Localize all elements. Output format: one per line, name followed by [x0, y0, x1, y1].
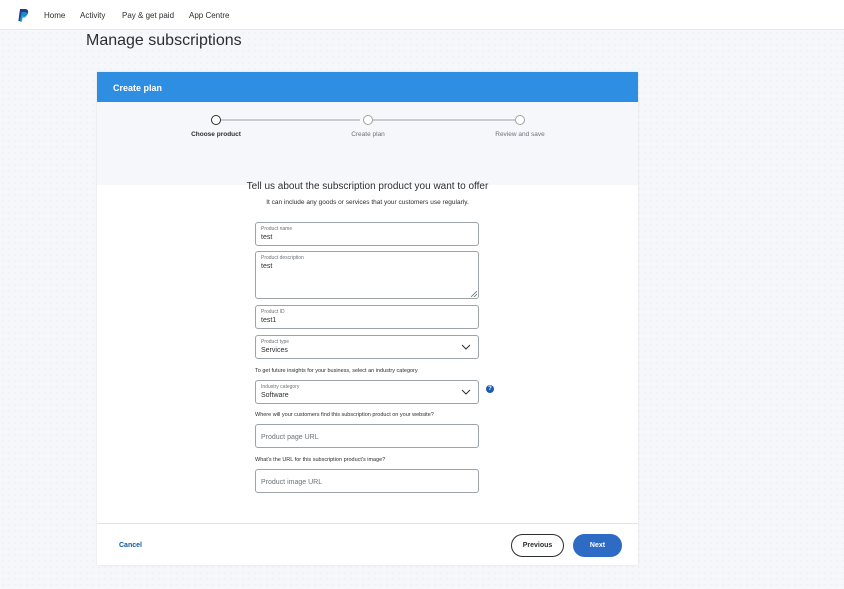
chevron-down-icon [461, 389, 471, 395]
product-image-url-input[interactable]: Product image URL [255, 469, 479, 493]
industry-category-label: Industry category [261, 384, 300, 390]
product-description-label: Product description [261, 255, 304, 261]
step-choose-product-label: Choose product [191, 131, 241, 138]
nav-activity-link[interactable]: Activity [80, 11, 105, 20]
stepper-line [220, 119, 360, 121]
product-page-url-input[interactable]: Product page URL [255, 424, 479, 448]
product-description-field[interactable]: Product description test [255, 251, 479, 299]
chevron-down-icon [461, 344, 471, 350]
product-name-value[interactable]: test [261, 234, 272, 241]
product-id-value[interactable]: test1 [261, 317, 276, 324]
product-type-label: Product type [261, 339, 290, 345]
product-id-label: Product ID [261, 309, 285, 315]
top-nav: Home Activity Pay & get paid App Centre [0, 0, 844, 30]
product-image-url-placeholder: Product image URL [261, 479, 323, 486]
product-type-value: Services [261, 347, 288, 354]
resize-handle-icon[interactable] [471, 291, 477, 297]
nav-home-link[interactable]: Home [44, 11, 65, 20]
page-title: Manage subscriptions [86, 32, 242, 49]
step-choose-product-dot [211, 115, 221, 125]
step-review-save-label: Review and save [495, 131, 545, 138]
product-name-field[interactable]: Product name test [255, 222, 479, 246]
previous-button[interactable]: Previous [511, 534, 564, 557]
next-button[interactable]: Next [573, 534, 622, 557]
nav-pay-get-paid-link[interactable]: Pay & get paid [122, 11, 174, 20]
card-header-title: Create plan [113, 83, 163, 93]
help-icon[interactable]: ? [486, 385, 494, 393]
product-page-url-placeholder: Product page URL [261, 434, 319, 441]
image-url-helper-text: What's the URL for this subscription pro… [255, 457, 386, 463]
cancel-link[interactable]: Cancel [119, 542, 142, 549]
step-review-save-dot [515, 115, 525, 125]
create-plan-card: Create plan Choose product Create plan R… [97, 72, 638, 565]
nav-app-centre-link[interactable]: App Centre [189, 11, 229, 20]
paypal-logo-icon[interactable] [17, 9, 29, 22]
step-create-plan-dot [363, 115, 373, 125]
card-header: Create plan [97, 72, 638, 102]
industry-helper-text: To get future insights for your business… [255, 368, 418, 374]
step-create-plan-label: Create plan [351, 131, 385, 138]
industry-category-value: Software [261, 392, 289, 399]
product-id-field[interactable]: Product ID test1 [255, 305, 479, 329]
industry-category-select[interactable]: Industry category Software [255, 380, 479, 404]
product-description-value[interactable]: test [261, 263, 272, 270]
stepper-line [372, 119, 515, 121]
product-name-label: Product name [261, 226, 293, 232]
form-heading: Tell us about the subscription product y… [246, 181, 489, 192]
form-subheading: It can include any goods or services tha… [266, 199, 469, 206]
footer-divider [97, 523, 638, 524]
page-url-helper-text: Where will your customers find this subs… [255, 412, 434, 418]
product-type-select[interactable]: Product type Services [255, 335, 479, 359]
